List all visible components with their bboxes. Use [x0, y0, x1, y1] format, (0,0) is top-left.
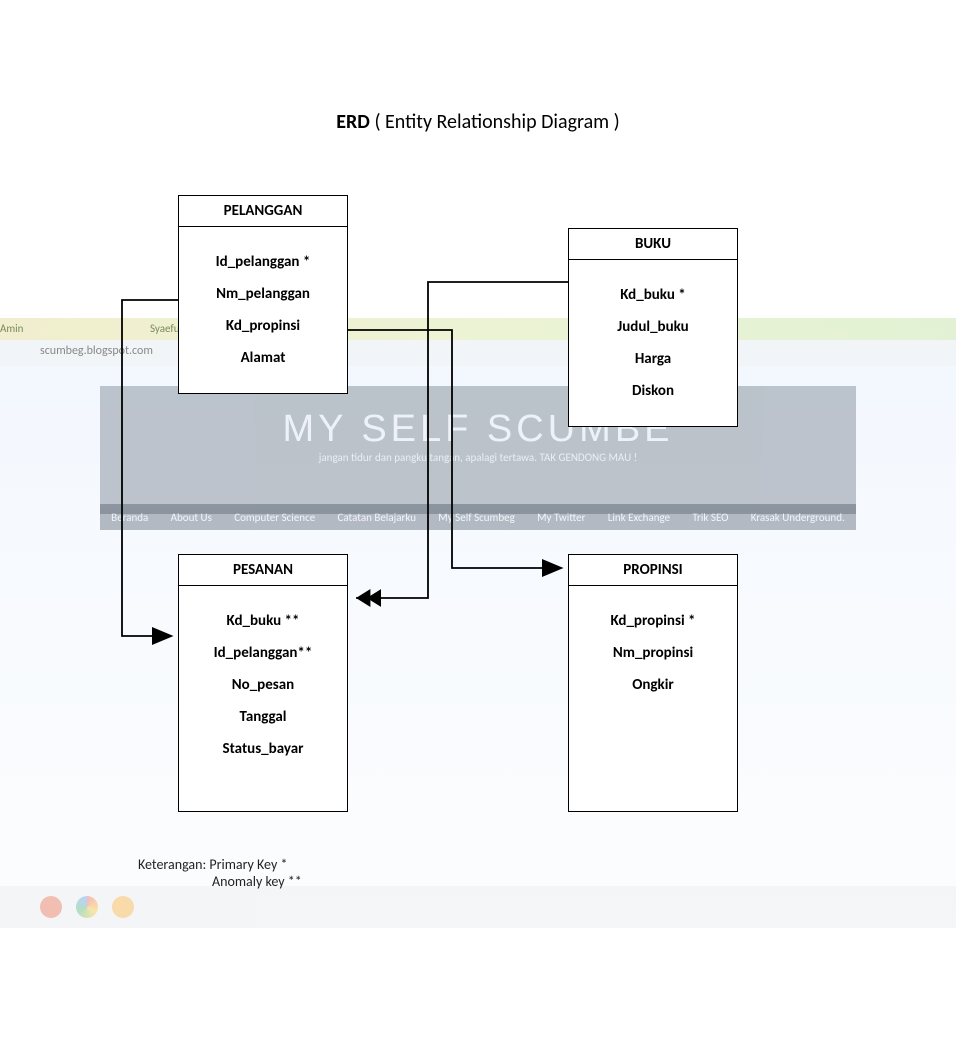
- entity-attr: Ongkir: [577, 676, 729, 694]
- entity-attr: Nm_pelanggan: [187, 285, 339, 303]
- entity-body: Kd_buku * Judul_buku Harga Diskon: [569, 260, 737, 426]
- entity-propinsi: PROPINSI Kd_propinsi * Nm_propinsi Ongki…: [568, 554, 738, 812]
- entity-attr: Alamat: [187, 349, 339, 367]
- entity-header: PESANAN: [179, 555, 347, 586]
- entity-pesanan: PESANAN Kd_buku ** Id_pelanggan** No_pes…: [178, 554, 348, 812]
- legend: Keterangan: Primary Key * Anomaly key **: [138, 856, 302, 890]
- legend-line: Keterangan: Primary Key *: [138, 856, 302, 873]
- entity-header: PROPINSI: [569, 555, 737, 586]
- entity-header: BUKU: [569, 229, 737, 260]
- entity-attr: No_pesan: [187, 676, 339, 694]
- entity-attr: Kd_buku **: [187, 612, 339, 630]
- entity-body: Kd_buku ** Id_pelanggan** No_pesan Tangg…: [179, 586, 347, 784]
- entity-body: Id_pelanggan * Nm_pelanggan Kd_propinsi …: [179, 227, 347, 393]
- entity-attr: Tanggal: [187, 708, 339, 726]
- entity-header: PELANGGAN: [179, 196, 347, 227]
- entity-attr: Kd_propinsi: [187, 317, 339, 335]
- entity-attr: Diskon: [577, 382, 729, 400]
- entity-pelanggan: PELANGGAN Id_pelanggan * Nm_pelanggan Kd…: [178, 195, 348, 394]
- entity-buku: BUKU Kd_buku * Judul_buku Harga Diskon: [568, 228, 738, 427]
- entity-body: Kd_propinsi * Nm_propinsi Ongkir: [569, 586, 737, 720]
- entity-attr: Id_pelanggan**: [187, 644, 339, 662]
- entity-attr: Status_bayar: [187, 740, 339, 758]
- entity-attr: Kd_propinsi *: [577, 612, 729, 630]
- entity-attr: Nm_propinsi: [577, 644, 729, 662]
- entity-attr: Harga: [577, 350, 729, 368]
- legend-line: Anomaly key **: [138, 873, 302, 890]
- entity-attr: Judul_buku: [577, 318, 729, 336]
- entity-attr: Kd_buku *: [577, 286, 729, 304]
- entity-attr: Id_pelanggan *: [187, 253, 339, 271]
